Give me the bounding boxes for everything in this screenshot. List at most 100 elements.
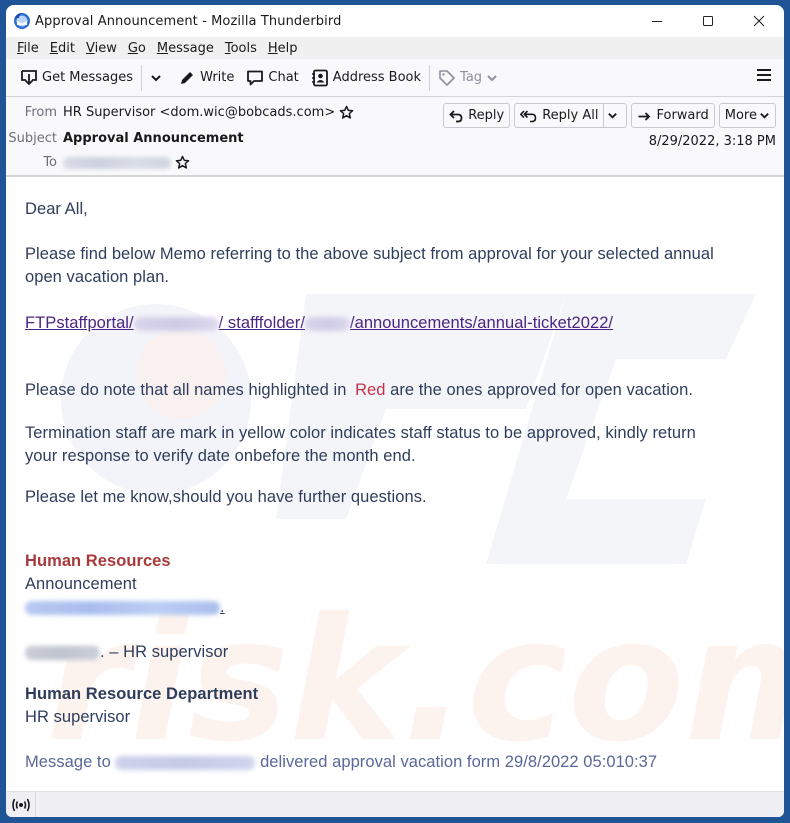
menu-label: essage	[168, 40, 214, 56]
maximize-button[interactable]	[682, 5, 733, 37]
download-messages-icon	[21, 69, 37, 85]
from-value[interactable]: HR Supervisor <dom.wic@bobcads.com>	[63, 105, 335, 120]
menu-label: iew	[94, 40, 117, 56]
write-button[interactable]: Write	[172, 63, 240, 93]
menu-label: dit	[58, 40, 75, 56]
header-actions: Reply Reply All Forward More	[439, 103, 776, 128]
paragraph-1-line-1: Please find below Memo referring to the …	[25, 245, 714, 263]
paragraph-4: Please let me know,should you have furth…	[25, 488, 427, 506]
close-icon	[753, 15, 764, 27]
department-line-2: HR supervisor	[25, 708, 131, 726]
chevron-down-icon	[487, 74, 497, 81]
address-book-label: Address Book	[332, 70, 422, 85]
paragraph-1-line-2: open vacation plan.	[25, 268, 170, 286]
menu-file[interactable]: File	[12, 41, 44, 56]
paragraph-2: Please do note that all names highlighte…	[25, 379, 693, 401]
reply-all-button[interactable]: Reply All	[514, 103, 628, 128]
tag-label: Tag	[460, 70, 483, 85]
subject-label: Subject	[8, 131, 57, 146]
reply-all-dropdown[interactable]	[604, 104, 626, 127]
to-value-redacted[interactable]	[63, 156, 171, 169]
main-toolbar: Get Messages Write Chat Address Book Tag	[6, 59, 784, 97]
chat-label: Chat	[268, 70, 299, 85]
signature-email-redacted[interactable]	[25, 600, 220, 615]
menu-message[interactable]: Message	[152, 41, 219, 56]
menu-accel: M	[156, 40, 169, 56]
maximize-icon	[702, 16, 713, 26]
chat-bubble-icon	[247, 70, 264, 85]
paragraph-2-text: Please do note that all names highlighte…	[25, 381, 352, 399]
delivery-footer: Message to delivered approval vacation f…	[25, 751, 657, 773]
reply-all-icon	[520, 109, 537, 122]
chevron-down-icon	[760, 113, 769, 119]
menu-label: elp	[277, 40, 298, 56]
footer-recipient-redacted	[115, 755, 256, 770]
pencil-icon	[181, 71, 194, 84]
toolbar-separator	[141, 64, 143, 91]
paragraph-2-text: are the ones approved for open vacation.	[385, 381, 693, 399]
get-messages-button[interactable]: Get Messages	[14, 63, 139, 93]
menu-tools[interactable]: Tools	[220, 41, 262, 56]
phishing-link[interactable]: FTPstaffportal/ / stafffolder/ /announceme…	[25, 312, 613, 334]
signature-title: Human Resources	[25, 552, 171, 570]
get-messages-dropdown[interactable]	[144, 63, 172, 93]
online-status-button[interactable]	[6, 791, 36, 817]
more-label: More	[724, 108, 757, 123]
address-book-button[interactable]: Address Book	[305, 63, 427, 93]
menu-accel: G	[127, 40, 138, 56]
thunderbird-logo-icon	[13, 12, 31, 30]
tag-button[interactable]: Tag	[432, 63, 508, 93]
signature-email[interactable]: .	[25, 596, 225, 618]
reply-icon	[449, 109, 463, 122]
thunderbird-window: Approval Announcement - Mozilla Thunderb…	[6, 5, 784, 817]
signature-domain-redacted	[25, 645, 100, 660]
reply-button[interactable]: Reply	[443, 103, 511, 128]
signature-domain-line: . – HR supervisor	[25, 641, 228, 663]
more-button[interactable]: More	[718, 103, 776, 128]
footer-text: Message to	[25, 753, 116, 771]
message-date: 8/29/2022, 3:18 PM	[648, 134, 776, 149]
chat-button[interactable]: Chat	[240, 63, 304, 93]
reply-label: Reply	[468, 108, 505, 123]
menu-label: ools	[230, 40, 257, 56]
link-part-1[interactable]: FTPstaffportal/	[25, 314, 134, 332]
paragraph-3-line-2: your response to verify date onbefore th…	[25, 447, 416, 465]
status-bar	[6, 791, 784, 817]
forward-arrow-icon	[638, 111, 651, 121]
menu-go[interactable]: Go	[123, 41, 151, 56]
menu-help[interactable]: Help	[263, 41, 303, 56]
footer-text: delivered approval vacation form 29/8/20…	[255, 753, 658, 771]
to-row: To	[6, 155, 190, 170]
link-part-3[interactable]: /announcements/annual-ticket2022/	[350, 314, 613, 332]
app-menu-button[interactable]	[756, 67, 772, 87]
hamburger-menu-icon	[757, 69, 771, 81]
paragraph-3-line-1: Termination staff are mark in yellow col…	[25, 424, 696, 442]
signature-line-2: Announcement	[25, 575, 137, 593]
red-highlight-text: Red	[355, 381, 386, 399]
address-book-icon	[311, 69, 328, 86]
toolbar-separator	[429, 64, 431, 91]
message-body: risk.com Dear All, Please find below Mem…	[6, 179, 784, 791]
star-icon[interactable]	[175, 155, 190, 170]
reply-all-label: Reply All	[542, 108, 599, 123]
chevron-down-icon	[151, 74, 161, 81]
forward-button[interactable]: Forward	[631, 103, 715, 128]
link-redacted-domain	[133, 316, 219, 331]
minimize-button[interactable]	[631, 5, 682, 37]
to-label: To	[43, 155, 57, 170]
reply-all-main[interactable]: Reply All	[515, 104, 605, 127]
minimize-icon	[651, 21, 662, 22]
menu-label: ile	[23, 40, 39, 56]
tag-icon	[439, 69, 455, 86]
subject-value: Approval Announcement	[63, 131, 244, 146]
close-button[interactable]	[733, 5, 784, 37]
menu-edit[interactable]: Edit	[45, 41, 80, 56]
menu-view[interactable]: View	[81, 41, 122, 56]
from-label: From	[24, 105, 57, 120]
get-messages-label: Get Messages	[42, 70, 134, 85]
signature-email-suffix: .	[220, 598, 225, 616]
chevron-down-icon	[608, 113, 618, 119]
from-row: From HR Supervisor <dom.wic@bobcads.com>	[6, 105, 354, 120]
star-icon[interactable]	[339, 105, 354, 120]
link-part-2[interactable]: / stafffolder/	[219, 314, 305, 332]
